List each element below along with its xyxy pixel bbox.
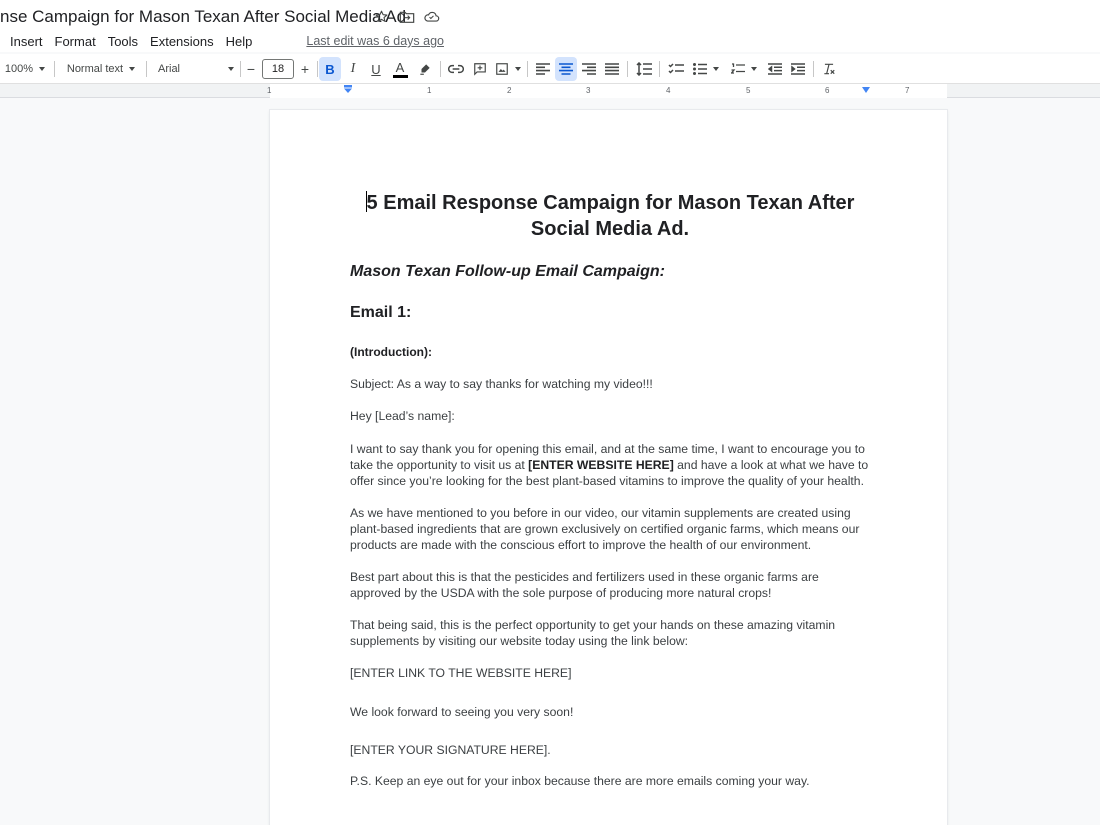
menu-help[interactable]: Help — [226, 34, 253, 49]
signature-placeholder[interactable]: [ENTER YOUR SIGNATURE HERE]. — [350, 742, 872, 758]
link-placeholder[interactable]: [ENTER LINK TO THE WEBSITE HERE] — [350, 665, 872, 681]
toolbar-divider — [627, 61, 628, 77]
move-folder-icon[interactable] — [398, 8, 415, 25]
email-heading[interactable]: Email 1: — [350, 304, 411, 322]
bullet-list-icon — [693, 63, 707, 75]
line-spacing-icon — [636, 62, 652, 76]
toolbar-divider — [527, 61, 528, 77]
document-page[interactable]: 5 Email Response Campaign for Mason Texa… — [270, 110, 947, 825]
menu-tools[interactable]: Tools — [108, 34, 138, 49]
ruler-number: 4 — [666, 86, 671, 95]
comment-plus-icon — [474, 63, 486, 76]
outdent-icon — [768, 63, 782, 75]
toolbar-divider — [317, 61, 318, 77]
insert-image-button[interactable] — [493, 57, 523, 81]
align-right-icon — [582, 63, 596, 75]
align-left-icon — [536, 63, 550, 75]
paragraph-1[interactable]: I want to say thank you for opening this… — [350, 441, 872, 489]
introduction-label[interactable]: (Introduction): — [350, 345, 432, 359]
paragraph-2[interactable]: As we have mentioned to you before in ou… — [350, 505, 872, 553]
highlight-color-button[interactable] — [414, 57, 436, 81]
zoom-value: 100% — [4, 63, 34, 75]
subject-line[interactable]: Subject: As a way to say thanks for watc… — [350, 376, 872, 392]
star-icon[interactable] — [373, 8, 390, 25]
decrease-font-size-button[interactable]: − — [242, 57, 260, 81]
menu-bar: Insert Format Tools Extensions Help Last… — [0, 30, 1100, 52]
postscript[interactable]: P.S. Keep an eye out for your inbox beca… — [350, 773, 872, 789]
style-select[interactable]: Normal text — [62, 57, 140, 81]
toolbar-divider — [440, 61, 441, 77]
title-bar: nse Campaign for Mason Texan After Socia… — [0, 0, 1100, 30]
zoom-select[interactable]: 100% — [2, 57, 48, 81]
style-value: Normal text — [66, 63, 124, 75]
ruler-number: 3 — [586, 86, 591, 95]
center-align-button[interactable] — [555, 57, 577, 81]
font-select[interactable]: Arial — [156, 57, 236, 81]
increase-font-size-button[interactable]: + — [296, 57, 314, 81]
greeting-line[interactable]: Hey [Lead’s name]: — [350, 408, 872, 424]
left-align-button[interactable] — [532, 57, 554, 81]
left-indent-marker-icon[interactable] — [343, 85, 353, 95]
increase-indent-button[interactable] — [787, 57, 809, 81]
link-icon — [448, 64, 464, 74]
toolbar: 100% Normal text Arial − + B I U A — [0, 54, 1100, 84]
clear-formatting-button[interactable] — [818, 57, 840, 81]
bold-button[interactable]: B — [319, 57, 341, 81]
checklist-icon — [668, 63, 684, 74]
menu-insert[interactable]: Insert — [10, 34, 43, 49]
ruler-number: 7 — [905, 86, 910, 95]
ruler-number: 2 — [507, 86, 512, 95]
checklist-button[interactable] — [665, 57, 687, 81]
font-value: Arial — [158, 63, 181, 75]
toolbar-divider — [146, 61, 147, 77]
justify-button[interactable] — [601, 57, 623, 81]
paragraph-3[interactable]: Best part about this is that the pestici… — [350, 569, 872, 601]
ruler-number: 1 — [427, 86, 432, 95]
paragraph-4[interactable]: That being said, this is the perfect opp… — [350, 617, 872, 649]
numbered-list-icon — [731, 62, 745, 74]
ruler-number: 6 — [825, 86, 830, 95]
font-size-input[interactable]: 18 — [262, 59, 294, 79]
cloud-status-icon[interactable] — [423, 8, 440, 25]
ruler: 1 1 2 3 4 5 6 7 — [0, 84, 1100, 98]
insert-link-button[interactable] — [445, 57, 467, 81]
campaign-subheading[interactable]: Mason Texan Follow-up Email Campaign: — [350, 263, 665, 281]
toolbar-divider — [54, 61, 55, 77]
right-indent-marker-icon[interactable] — [861, 87, 871, 95]
closing-line[interactable]: We look forward to seeing you very soon! — [350, 704, 872, 720]
text-color-label: A — [395, 59, 405, 75]
numbered-list-button[interactable] — [726, 57, 762, 81]
heading-line-1: 5 Email Response Campaign for Mason Texa… — [366, 192, 855, 214]
highlighter-icon — [420, 64, 430, 75]
ruler-number: 5 — [746, 86, 751, 95]
heading-line-2: Social Media Ad. — [530, 218, 690, 240]
menu-format[interactable]: Format — [55, 34, 96, 49]
right-align-button[interactable] — [578, 57, 600, 81]
align-justify-icon — [605, 63, 619, 75]
align-center-icon — [559, 63, 573, 75]
last-edit-link[interactable]: Last edit was 6 days ago — [306, 34, 444, 48]
decrease-indent-button[interactable] — [764, 57, 786, 81]
add-comment-button[interactable] — [469, 57, 491, 81]
toolbar-divider — [813, 61, 814, 77]
text-color-button[interactable]: A — [389, 57, 411, 81]
line-spacing-button[interactable] — [633, 57, 655, 81]
italic-button[interactable]: I — [342, 57, 364, 81]
text-color-swatch — [392, 74, 408, 78]
menu-extensions[interactable]: Extensions — [150, 34, 214, 49]
underline-button[interactable]: U — [365, 57, 387, 81]
image-icon — [496, 63, 508, 75]
website-placeholder: [ENTER WEBSITE HERE] — [528, 458, 674, 472]
document-heading[interactable]: 5 Email Response Campaign for Mason Texa… — [350, 190, 870, 242]
ruler-page-area — [270, 84, 947, 98]
indent-icon — [791, 63, 805, 75]
clear-format-icon — [824, 63, 835, 75]
title-icons — [373, 8, 440, 25]
toolbar-divider — [240, 61, 241, 77]
ruler-number: 1 — [267, 86, 272, 95]
bulleted-list-button[interactable] — [690, 57, 722, 81]
toolbar-divider — [659, 61, 660, 77]
document-title[interactable]: nse Campaign for Mason Texan After Socia… — [0, 7, 406, 27]
